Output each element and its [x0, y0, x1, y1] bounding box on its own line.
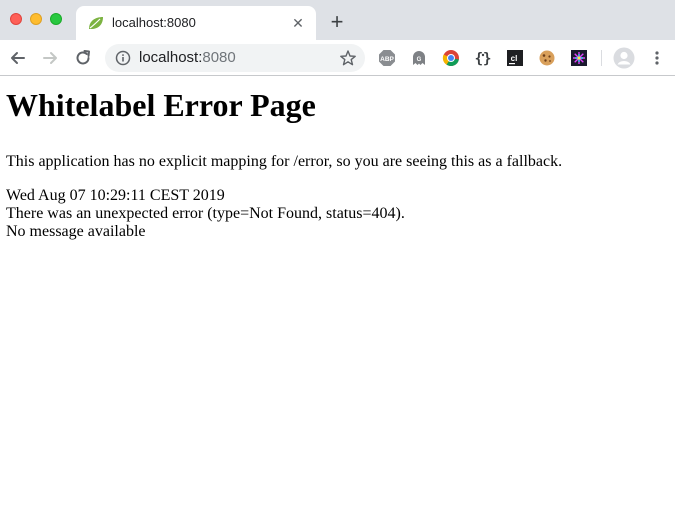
bookmark-star-icon[interactable] — [339, 49, 357, 67]
site-info-icon[interactable] — [115, 50, 131, 66]
clion-icon[interactable]: cl — [506, 49, 524, 67]
svg-text:{}: {} — [475, 51, 492, 67]
colorful-extension-icon[interactable] — [570, 49, 588, 67]
window-maximize-button[interactable] — [50, 13, 62, 25]
cookie-icon[interactable] — [538, 49, 556, 67]
window-minimize-button[interactable] — [30, 13, 42, 25]
error-details: Wed Aug 07 10:29:11 CEST 2019 There was … — [6, 187, 669, 241]
error-status-line: There was an unexpected error (type=Not … — [6, 205, 405, 222]
json-viewer-icon[interactable]: {} — [474, 49, 492, 67]
new-tab-button[interactable]: + — [327, 11, 347, 33]
url-host: localhost: — [139, 49, 203, 66]
error-description: This application has no explicit mapping… — [6, 153, 563, 170]
page-content: Whitelabel Error Page This application h… — [0, 77, 675, 525]
browser-tab[interactable]: localhost:8080 ✕ — [76, 6, 316, 40]
ghostery-icon[interactable]: G — [410, 49, 428, 67]
window-close-button[interactable] — [10, 13, 22, 25]
svg-text:cl: cl — [511, 54, 518, 63]
tab-title: localhost:8080 — [112, 15, 196, 30]
page-title: Whitelabel Error Page — [6, 87, 316, 123]
forward-arrow-icon[interactable] — [40, 48, 60, 68]
chrome-extension-icon[interactable] — [442, 49, 460, 67]
error-timestamp: Wed Aug 07 10:29:11 CEST 2019 — [6, 187, 225, 204]
tab-strip: localhost:8080 ✕ + — [0, 0, 675, 40]
browser-toolbar: localhost:8080 ABP G {} cl — [0, 40, 675, 76]
url-text: localhost:8080 — [139, 50, 236, 66]
svg-text:G: G — [417, 57, 422, 63]
spring-leaf-icon — [87, 15, 105, 31]
error-message: No message available — [6, 223, 146, 240]
profile-avatar-icon[interactable] — [613, 47, 635, 69]
back-arrow-icon[interactable] — [8, 48, 28, 68]
address-bar[interactable]: localhost:8080 — [105, 44, 365, 72]
svg-text:ABP: ABP — [380, 56, 394, 63]
toolbar-divider — [601, 50, 602, 66]
reload-icon[interactable] — [73, 48, 93, 68]
abp-icon[interactable]: ABP — [378, 49, 396, 67]
more-menu-icon[interactable] — [648, 49, 666, 67]
tab-close-icon[interactable]: ✕ — [290, 15, 306, 31]
url-port: 8080 — [202, 49, 236, 66]
